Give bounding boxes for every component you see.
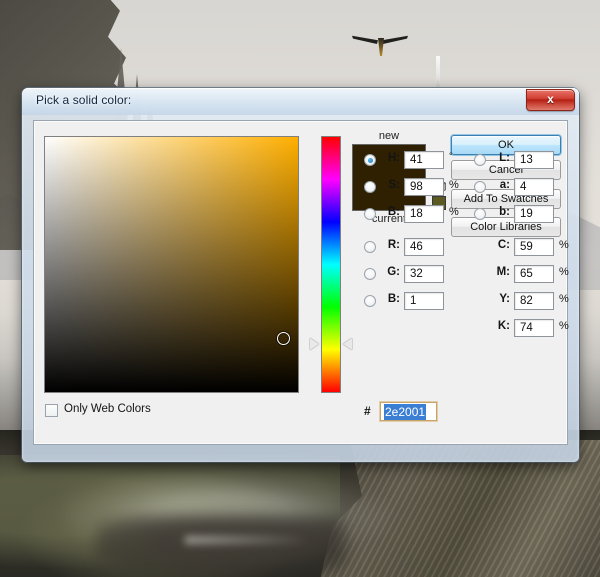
- yellow-label: Y:: [499, 293, 510, 305]
- hex-input[interactable]: 2e2001: [380, 402, 437, 421]
- only-web-colors-label: Only Web Colors: [64, 403, 151, 415]
- b-axis-label: b:: [499, 206, 510, 218]
- saturation-label: S:: [388, 179, 401, 191]
- new-color-label: new: [378, 130, 400, 142]
- saturation-unit: %: [449, 179, 459, 191]
- brightness-radio[interactable]: [364, 208, 376, 220]
- close-button[interactable]: x: [526, 89, 575, 111]
- yellow-unit: %: [559, 293, 569, 305]
- magenta-label: M:: [496, 266, 510, 278]
- hue-input[interactable]: 41: [404, 151, 444, 169]
- bird-right-wing: [382, 35, 408, 44]
- blue-label: B:: [387, 293, 400, 305]
- saturation-input[interactable]: 98: [404, 178, 444, 196]
- blue-radio[interactable]: [364, 295, 376, 307]
- hex-value: 2e2001: [384, 404, 427, 420]
- red-input[interactable]: 46: [404, 238, 444, 256]
- magenta-unit: %: [559, 266, 569, 278]
- a-axis-label: a:: [499, 179, 510, 191]
- hue-radio[interactable]: [364, 154, 376, 166]
- b-axis-radio[interactable]: [474, 208, 486, 220]
- black-label: K:: [497, 320, 510, 332]
- hue-marker-left-icon[interactable]: [310, 338, 319, 350]
- green-radio[interactable]: [364, 268, 376, 280]
- b-axis-input[interactable]: 19: [514, 205, 554, 223]
- saturation-brightness-field[interactable]: [44, 136, 299, 393]
- hue-label: H:: [387, 152, 400, 164]
- cyan-label: C:: [497, 239, 510, 251]
- bird-left-wing: [352, 35, 378, 44]
- blurred-foreground-shape: [95, 515, 345, 577]
- brightness-input[interactable]: 18: [404, 205, 444, 223]
- brightness-label: B:: [387, 206, 400, 218]
- black-unit: %: [559, 320, 569, 332]
- lightness-radio[interactable]: [474, 154, 486, 166]
- green-label: G:: [387, 266, 400, 278]
- dialog-title: Pick a solid color:: [36, 93, 132, 107]
- a-axis-radio[interactable]: [474, 181, 486, 193]
- desktop-wallpaper: Pick a solid color: x new current OK Can…: [0, 0, 600, 577]
- saturation-radio[interactable]: [364, 181, 376, 193]
- dialog-titlebar[interactable]: Pick a solid color: x: [22, 88, 579, 115]
- close-icon: x: [547, 92, 554, 106]
- hue-marker-right-icon[interactable]: [343, 338, 352, 350]
- flying-bird: [352, 30, 410, 60]
- magenta-input[interactable]: 65: [514, 265, 554, 283]
- yellow-input[interactable]: 82: [514, 292, 554, 310]
- lightness-label: L:: [499, 152, 510, 164]
- black-input[interactable]: 74: [514, 319, 554, 337]
- color-picker-dialog: Pick a solid color: x new current OK Can…: [22, 88, 579, 462]
- blurred-light-streak: [185, 536, 305, 544]
- sv-gradient: [45, 137, 298, 392]
- lightness-input[interactable]: 13: [514, 151, 554, 169]
- red-radio[interactable]: [364, 241, 376, 253]
- checkbox-box: [45, 404, 58, 417]
- cyan-unit: %: [559, 239, 569, 251]
- green-input[interactable]: 32: [404, 265, 444, 283]
- blue-input[interactable]: 1: [404, 292, 444, 310]
- cyan-input[interactable]: 59: [514, 238, 554, 256]
- red-label: R:: [387, 239, 400, 251]
- hue-gradient: [322, 137, 340, 392]
- dialog-client-area: new current OK Cancel Add To Swatches Co…: [33, 120, 569, 445]
- a-axis-input[interactable]: 4: [514, 178, 554, 196]
- hue-unit: °: [449, 151, 453, 161]
- hex-hash-label: #: [364, 404, 371, 418]
- hue-slider[interactable]: [321, 136, 341, 393]
- brightness-unit: %: [449, 206, 459, 218]
